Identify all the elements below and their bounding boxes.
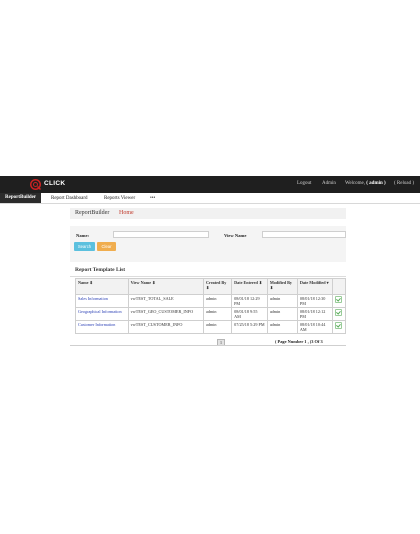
row-view-name: vwTEST_TOTAL_SALE bbox=[127, 294, 205, 308]
col-name[interactable]: Name ⬍ bbox=[75, 278, 129, 295]
row-date-modified: 08/01/18 10:44 AM bbox=[296, 320, 334, 334]
check-icon[interactable] bbox=[335, 322, 343, 329]
name-input[interactable] bbox=[113, 231, 209, 238]
page-number-text: ( Page Number 1 , (3 Of 3 bbox=[275, 339, 323, 344]
row-name-link[interactable]: Customer Information bbox=[75, 320, 129, 334]
welcome-text: Welcome, ( admin ) bbox=[345, 181, 386, 186]
row-view-name: vwTEST_CUSTOMER_INFO bbox=[127, 320, 205, 334]
col-view-name[interactable]: View Name ⬍ bbox=[127, 278, 205, 295]
view-name-label: View Name bbox=[224, 233, 247, 238]
col-modified-by[interactable]: Modified By ⬍ bbox=[266, 278, 298, 295]
list-title: Report Template List bbox=[75, 267, 126, 273]
tab-report-dashboard[interactable]: Report Dashboard bbox=[51, 194, 88, 203]
top-bar: CLICK Logout Admin Welcome, ( admin ) ( … bbox=[0, 176, 420, 193]
click-logo-icon bbox=[30, 179, 42, 191]
report-template-table: Name ⬍ View Name ⬍ Created By ⬍ Date Ent… bbox=[75, 278, 346, 334]
row-modified-by: admin bbox=[266, 307, 298, 321]
page-title: ReportBuilder bbox=[75, 210, 110, 216]
reload-link[interactable]: ( Reload ) bbox=[394, 181, 414, 186]
row-action[interactable] bbox=[332, 294, 346, 308]
col-created-by[interactable]: Created By ⬍ bbox=[203, 278, 233, 295]
row-date-modified: 08/01/18 12:30 PM bbox=[296, 294, 334, 308]
admin-link[interactable]: Admin bbox=[322, 181, 336, 186]
table-row: Geographical Information vwTEST_GEO_CUST… bbox=[75, 307, 346, 321]
row-created-by: admin bbox=[203, 307, 233, 321]
report-template-list-header: Report Template List bbox=[70, 266, 346, 277]
more-menu-icon[interactable]: ••• bbox=[150, 194, 155, 203]
welcome-user: ( admin ) bbox=[366, 181, 386, 186]
divider bbox=[70, 345, 346, 346]
row-date-entered: 08/01/18 9:55 AM bbox=[231, 307, 268, 321]
row-date-entered: 08/01/18 12:29 PM bbox=[231, 294, 268, 308]
row-view-name: vwTEST_GEO_CUSTOMER_INFO bbox=[127, 307, 205, 321]
clear-button[interactable]: Clear bbox=[97, 242, 116, 251]
row-created-by: admin bbox=[203, 320, 233, 334]
brand-name: CLICK bbox=[44, 180, 66, 187]
col-date-modified[interactable]: Date Modified ▾ bbox=[296, 278, 334, 295]
check-icon[interactable] bbox=[335, 296, 343, 303]
row-action[interactable] bbox=[332, 307, 346, 321]
search-panel: Name: View Name Search Clear bbox=[70, 226, 346, 262]
col-date-entered[interactable]: Date Entered ⬍ bbox=[231, 278, 268, 295]
name-label: Name: bbox=[76, 233, 90, 238]
welcome-prefix: Welcome, bbox=[345, 181, 366, 186]
row-action[interactable] bbox=[332, 320, 346, 334]
tab-reports-viewer[interactable]: Reports Viewer bbox=[104, 194, 135, 203]
row-modified-by: admin bbox=[266, 320, 298, 334]
table-row: Sales Information vwTEST_TOTAL_SALE admi… bbox=[75, 294, 346, 308]
nav-bar: ReportBuilder Report Dashboard Reports V… bbox=[0, 193, 420, 204]
logout-link[interactable]: Logout bbox=[297, 181, 311, 186]
breadcrumb: ReportBuilder Home bbox=[70, 208, 346, 219]
check-icon[interactable] bbox=[335, 309, 343, 316]
table-row: Customer Information vwTEST_CUSTOMER_INF… bbox=[75, 320, 346, 334]
home-link[interactable]: Home bbox=[119, 210, 134, 216]
row-created-by: admin bbox=[203, 294, 233, 308]
view-name-input[interactable] bbox=[262, 231, 346, 238]
tab-reportbuilder[interactable]: ReportBuilder bbox=[0, 193, 42, 203]
row-date-modified: 08/01/18 12:12 PM bbox=[296, 307, 334, 321]
table-header-row: Name ⬍ View Name ⬍ Created By ⬍ Date Ent… bbox=[75, 278, 346, 295]
row-name-link[interactable]: Sales Information bbox=[75, 294, 129, 308]
row-name-link[interactable]: Geographical Information bbox=[75, 307, 129, 321]
search-button[interactable]: Search bbox=[74, 242, 95, 251]
col-select bbox=[332, 278, 346, 295]
row-date-entered: 07/25/18 5:29 PM bbox=[231, 320, 268, 334]
row-modified-by: admin bbox=[266, 294, 298, 308]
